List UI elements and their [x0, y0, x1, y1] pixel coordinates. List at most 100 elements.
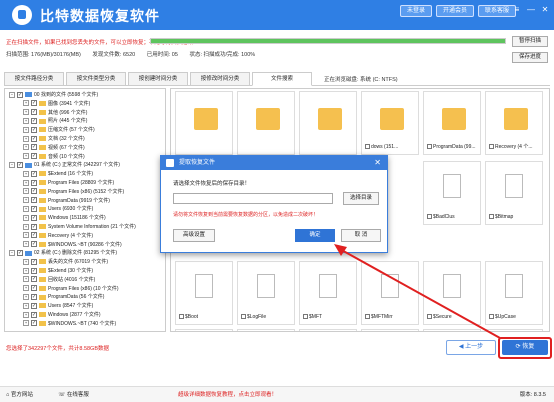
tree-checkbox[interactable] — [31, 109, 37, 116]
expand-toggle-icon[interactable]: + — [23, 285, 29, 292]
tree-row[interactable]: + $WINDOWS.~BT (740 个文件) — [23, 320, 116, 328]
recover-button[interactable]: ⟳ 恢复 — [502, 340, 548, 355]
file-checkbox[interactable] — [489, 314, 494, 320]
previous-step-button[interactable]: ◀ 上一步 — [446, 340, 496, 355]
tab-by-type[interactable]: 按文件类型分类 — [66, 72, 126, 86]
file-tile[interactable]: dows (151... — [361, 91, 419, 155]
tab-file-search[interactable]: 文件搜索 — [252, 72, 312, 86]
tree-checkbox[interactable] — [31, 320, 37, 327]
minimize-icon[interactable]: — — [526, 5, 536, 15]
save-path-input[interactable] — [173, 193, 333, 204]
pause-scan-button[interactable]: 暂停扫描 — [512, 36, 548, 47]
tree-checkbox[interactable] — [31, 241, 37, 248]
tree-row[interactable]: + Windows (151186 个文件) — [23, 214, 106, 222]
file-tile[interactable]: $BadClus — [423, 161, 481, 225]
file-tile[interactable] — [175, 329, 233, 331]
file-tile[interactable] — [299, 91, 357, 155]
tree-row[interactable]: − 02 系统 (C:) 删除文件 (81295 个文件) — [9, 249, 117, 257]
tree-checkbox[interactable] — [31, 311, 37, 318]
tree-checkbox[interactable] — [31, 276, 37, 283]
file-checkbox[interactable] — [179, 314, 184, 320]
expand-toggle-icon[interactable]: + — [23, 311, 29, 318]
tree-checkbox[interactable] — [31, 126, 37, 133]
expand-toggle-icon[interactable]: + — [23, 294, 29, 301]
file-tile[interactable]: ProgramData (99... — [423, 91, 481, 155]
expand-toggle-icon[interactable]: + — [23, 135, 29, 142]
file-tile[interactable]: $Secure — [423, 261, 481, 325]
browse-directory-button[interactable]: 选择目录 — [343, 192, 379, 205]
tree-checkbox[interactable] — [31, 170, 37, 177]
cancel-button[interactable]: 取 消 — [341, 229, 381, 242]
tree-row[interactable]: + 照片 (445 个文件) — [23, 117, 87, 125]
expand-toggle-icon[interactable]: + — [23, 118, 29, 125]
login-button[interactable]: 未登录 — [400, 5, 433, 17]
file-checkbox[interactable] — [365, 144, 370, 150]
tree-checkbox[interactable] — [31, 267, 37, 274]
tree-row[interactable]: + Windows (2877 个文件) — [23, 311, 101, 319]
tree-row[interactable]: + $WINDOWS.~BT (90286 个文件) — [23, 241, 122, 249]
file-tile[interactable] — [423, 329, 481, 331]
close-icon[interactable]: ✕ — [540, 5, 550, 15]
expand-toggle-icon[interactable]: + — [23, 153, 29, 160]
expand-toggle-icon[interactable]: − — [9, 91, 15, 98]
tree-row[interactable]: + ProgramData (9919 个文件) — [23, 197, 110, 205]
tree-row[interactable]: + Program Files (28809 个文件) — [23, 179, 114, 187]
expand-toggle-icon[interactable]: + — [23, 144, 29, 151]
tree-row[interactable]: + $Extend (30 个文件) — [23, 267, 93, 275]
tree-checkbox[interactable] — [31, 197, 37, 204]
save-progress-button[interactable]: 保存进度 — [512, 52, 548, 63]
tree-row[interactable]: + Users (8547 个文件) — [23, 302, 93, 310]
expand-toggle-icon[interactable]: + — [23, 267, 29, 274]
advanced-settings-button[interactable]: 高级设置 — [173, 229, 215, 242]
file-checkbox[interactable] — [489, 144, 494, 150]
tree-row[interactable]: + Users (6930 个文件) — [23, 205, 93, 213]
support-button[interactable]: 联系客服 — [478, 5, 517, 17]
file-tile[interactable]: $MFTMirr — [361, 261, 419, 325]
ok-button[interactable]: 确定 — [295, 229, 335, 242]
tree-row[interactable]: + 回收站 (4016 个文件) — [23, 276, 95, 284]
website-link[interactable]: ⌂ 官方网站 — [6, 392, 45, 398]
file-tile[interactable]: $UpCase — [485, 261, 543, 325]
dialog-close-icon[interactable]: ✕ — [374, 156, 381, 170]
file-checkbox[interactable] — [489, 214, 494, 220]
file-checkbox[interactable] — [365, 314, 370, 320]
tree-checkbox[interactable] — [31, 188, 37, 195]
expand-toggle-icon[interactable]: + — [23, 214, 29, 221]
tree-checkbox[interactable] — [31, 206, 37, 213]
expand-toggle-icon[interactable]: + — [23, 126, 29, 133]
tree-checkbox[interactable] — [31, 153, 37, 160]
tree-checkbox[interactable] — [31, 179, 37, 186]
expand-toggle-icon[interactable]: + — [23, 232, 29, 239]
expand-toggle-icon[interactable]: + — [23, 109, 29, 116]
file-tile[interactable] — [485, 329, 543, 331]
tree-row[interactable]: + Program Files (x86) (10 个文件) — [23, 285, 119, 293]
tree-checkbox[interactable] — [31, 232, 37, 239]
expand-toggle-icon[interactable]: + — [23, 320, 29, 327]
tree-checkbox[interactable] — [31, 118, 37, 125]
file-tile[interactable]: Recovery (4 个... — [485, 91, 543, 155]
tree-checkbox[interactable] — [17, 162, 23, 169]
file-tile[interactable]: $Bitmap — [485, 161, 543, 225]
tab-by-path[interactable]: 按文件路径分类 — [4, 72, 64, 86]
tree-checkbox[interactable] — [17, 91, 23, 98]
tab-by-modified[interactable]: 按修改时间分类 — [190, 72, 250, 86]
vip-button[interactable]: 开通会员 — [436, 5, 475, 17]
file-checkbox[interactable] — [427, 314, 432, 320]
tree-checkbox[interactable] — [31, 214, 37, 221]
file-tile[interactable] — [175, 91, 233, 155]
tree-row[interactable]: + 图像 (3941 个文件) — [23, 100, 90, 108]
tree-checkbox[interactable] — [17, 250, 23, 257]
expand-toggle-icon[interactable]: − — [9, 250, 15, 257]
file-tile[interactable] — [361, 329, 419, 331]
file-checkbox[interactable] — [427, 214, 432, 220]
tree-row[interactable]: − 01 系统 (C:) 正常文件 (342297 个文件) — [9, 161, 120, 169]
file-tile[interactable] — [237, 91, 295, 155]
expand-toggle-icon[interactable]: + — [23, 258, 29, 265]
tree-checkbox[interactable] — [31, 294, 37, 301]
file-checkbox[interactable] — [427, 144, 432, 150]
online-support-link[interactable]: ☏ 在线客服 — [58, 392, 100, 398]
expand-toggle-icon[interactable]: + — [23, 170, 29, 177]
tree-row[interactable]: + 丢失的文件 (67019 个文件) — [23, 258, 108, 266]
expand-toggle-icon[interactable]: + — [23, 276, 29, 283]
file-checkbox[interactable] — [303, 314, 308, 320]
